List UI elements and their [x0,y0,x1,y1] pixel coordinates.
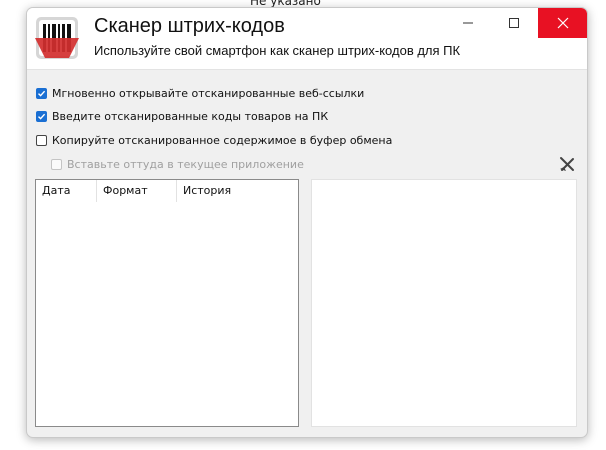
type-codes-checkbox[interactable] [36,110,47,122]
option-type-codes[interactable]: Введите отсканированные коды товаров на … [36,108,328,124]
column-header-history[interactable]: История [177,180,298,202]
option-label: Вставьте оттуда в текущее приложение [67,157,304,171]
app-window: Сканер штрих-кодов Используйте свой смар… [26,7,588,438]
option-label: Копируйте отсканированное содержимое в б… [52,133,393,147]
preview-pane [311,179,577,427]
checkmark-icon [38,113,46,120]
history-list[interactable]: Дата Формат История [35,179,299,427]
maximize-button[interactable] [491,8,537,38]
open-links-checkbox[interactable] [36,87,47,99]
column-header-format[interactable]: Формат [97,180,177,202]
option-label: Введите отсканированные коды товаров на … [52,109,329,123]
minimize-button[interactable] [445,8,491,38]
close-icon [557,17,568,29]
minimize-icon [463,22,473,24]
checkmark-icon [38,90,46,97]
clear-history-icon[interactable] [558,155,576,173]
copy-clipboard-checkbox[interactable] [36,134,47,146]
barcode-scanner-icon [35,17,79,59]
history-header: Дата Формат История [36,180,298,202]
close-button[interactable] [538,8,587,38]
paste-app-checkbox [51,158,62,170]
option-paste-app: Вставьте оттуда в текущее приложение [51,156,304,172]
maximize-icon [509,18,519,28]
app-subtitle: Используйте свой смартфон как сканер штр… [94,43,461,58]
option-open-links[interactable]: Мгновенно открывайте отсканированные веб… [36,85,364,101]
column-header-date[interactable]: Дата [36,180,97,202]
title-bar: Сканер штрих-кодов Используйте свой смар… [27,8,587,70]
option-copy-clipboard[interactable]: Копируйте отсканированное содержимое в б… [36,132,392,148]
option-label: Мгновенно открывайте отсканированные веб… [52,86,365,100]
app-title: Сканер штрих-кодов [94,15,285,37]
